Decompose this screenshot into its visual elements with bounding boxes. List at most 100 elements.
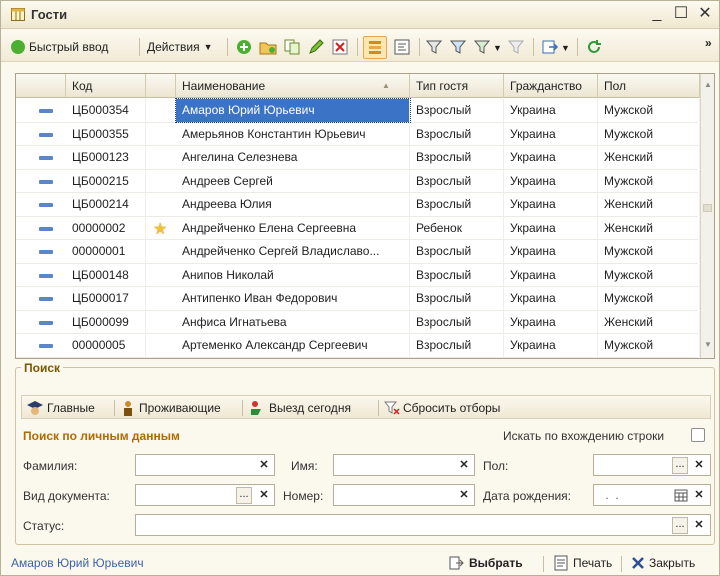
table-row[interactable]: ЦБ000215 Андреев Сергей Взрослый Украина Муж… [16, 169, 700, 193]
cell-name: Андреева Юлия [176, 193, 410, 216]
print-button[interactable]: Печать [553, 554, 612, 572]
select-button[interactable]: Выбрать [449, 554, 523, 572]
document-type-select-button[interactable]: ... [236, 487, 252, 504]
cell-code: ЦБ000017 [66, 287, 146, 310]
birth-date-value: . . [602, 488, 619, 502]
scroll-down-icon[interactable]: ▼ [704, 340, 712, 349]
header-citizenship[interactable]: Гражданство [504, 74, 598, 98]
clear-filter-icon[interactable] [507, 38, 525, 56]
table-row[interactable]: 00000001 Андрейченко Сергей Владиславо...… [16, 240, 700, 264]
status-field[interactable]: ... ✕ [135, 514, 711, 536]
filter-by-value-icon[interactable] [425, 38, 443, 56]
table-row[interactable]: ЦБ000148 Анипов Николай Взрослый Украина Муж… [16, 263, 700, 287]
gender-select-button[interactable]: ... [672, 457, 688, 474]
table-row[interactable]: ЦБ000017 Антипенко Иван Федорович Взрослый… [16, 287, 700, 311]
table-row[interactable]: 00000005 Артеменко Александр Сергеевич Взр… [16, 334, 700, 358]
guests-window: Гости _ ☐ ✕ Быстрый ввод Действия ▼ ▼ ▼ … [0, 0, 720, 576]
header-guest-type[interactable]: Тип гостя [410, 74, 504, 98]
hierarchy-toggle-button[interactable] [363, 36, 387, 59]
clear-document-type-button[interactable]: ✕ [256, 487, 272, 504]
status-select-button[interactable]: ... [672, 517, 688, 534]
header-name[interactable]: Наименование ▲ [176, 74, 410, 98]
scroll-thumb[interactable] [703, 204, 712, 212]
clear-number-button[interactable]: ✕ [456, 487, 472, 504]
last-name-field[interactable]: ✕ [135, 454, 275, 476]
vertical-scrollbar[interactable]: ▲ ▼ [700, 74, 714, 358]
table-row[interactable]: ЦБ000355 Амерьянов Константин Юрьевич Взро… [16, 122, 700, 146]
add-folder-icon[interactable] [259, 38, 277, 56]
document-type-field[interactable]: ... ✕ [135, 484, 275, 506]
header-code[interactable]: Код [66, 74, 146, 98]
item-marker-icon [39, 297, 53, 301]
table-row[interactable]: ЦБ000214 Андреева Юлия Взрослый Украина Женс… [16, 193, 700, 217]
checkout-today-filter-button[interactable]: Выезд сегодня [248, 399, 351, 417]
quick-input-button[interactable]: Быстрый ввод [11, 36, 108, 58]
table-row[interactable]: ЦБ000099 Анфиса Игнатьева Взрослый Украина Ж… [16, 310, 700, 334]
table-icon [11, 8, 25, 21]
clear-status-button[interactable]: ✕ [691, 517, 707, 534]
clear-last-name-button[interactable]: ✕ [256, 457, 272, 474]
cell-guest-type: Взрослый [410, 122, 504, 146]
clear-birth-date-button[interactable]: ✕ [691, 487, 707, 504]
cell-name: Андрейченко Сергей Владиславо... [176, 240, 410, 263]
tree-view-icon[interactable] [393, 38, 411, 56]
item-marker-icon [39, 273, 53, 278]
cell-gender: Женский [598, 216, 700, 240]
actions-menu[interactable]: Действия ▼ [147, 36, 213, 58]
minimize-button[interactable]: _ [647, 4, 667, 24]
header-star [146, 74, 176, 98]
edit-pencil-icon[interactable] [307, 38, 325, 56]
table-row[interactable]: 00000002 Андрейченко Елена Сергеевна Ребен… [16, 216, 700, 240]
cell-code: ЦБ000148 [66, 263, 146, 287]
cell-gender: Мужской [598, 122, 700, 146]
gender-field[interactable]: ... ✕ [593, 454, 711, 476]
cell-guest-type: Ребенок [410, 216, 504, 240]
clear-first-name-button[interactable]: ✕ [456, 457, 472, 474]
dropdown-arrow-icon[interactable]: ▼ [493, 43, 502, 53]
filter-list-icon[interactable] [473, 38, 491, 56]
first-name-field[interactable]: ✕ [333, 454, 475, 476]
first-name-label: Имя: [291, 459, 318, 473]
select-label: Выбрать [469, 556, 523, 570]
calendar-icon[interactable] [674, 488, 688, 502]
reset-filters-label: Сбросить отборы [403, 401, 501, 415]
number-field[interactable]: ✕ [333, 484, 475, 506]
cell-guest-type: Взрослый [410, 310, 504, 334]
cell-gender: Женский [598, 146, 700, 169]
reset-filters-button[interactable]: Сбросить отборы [384, 399, 500, 417]
footer-separator [543, 556, 544, 572]
delete-icon[interactable] [331, 38, 349, 56]
table-row[interactable]: ЦБ000354 Амаров Юрий Юрьевич Взрослый Украи… [16, 98, 700, 123]
main-filter-button[interactable]: Главные [26, 399, 95, 417]
filter-separator [242, 400, 243, 416]
residing-filter-button[interactable]: Проживающие [120, 399, 221, 417]
refresh-icon[interactable] [585, 38, 603, 56]
clear-gender-button[interactable]: ✕ [691, 457, 707, 474]
scroll-up-icon[interactable]: ▲ [704, 80, 712, 89]
maximize-button[interactable]: ☐ [671, 4, 691, 24]
cell-gender: Мужской [598, 240, 700, 263]
toolbar-overflow-button[interactable]: » [705, 36, 712, 50]
guests-table[interactable]: Код Наименование ▲ Тип гостя Гражданство… [15, 73, 715, 359]
birth-date-field[interactable]: . . ✕ [593, 484, 711, 506]
close-window-button[interactable]: ✕ [695, 4, 715, 24]
status-label: Статус: [23, 519, 65, 533]
export-icon[interactable] [541, 38, 559, 56]
star-icon: ★ [153, 220, 168, 238]
add-icon[interactable] [235, 38, 253, 56]
dropdown-arrow-icon[interactable]: ▼ [561, 43, 570, 53]
header-gender[interactable]: Пол [598, 74, 700, 98]
table-row[interactable]: ЦБ000123 Ангелина Селезнева Взрослый Украин… [16, 146, 700, 170]
close-button[interactable]: Закрыть [631, 554, 695, 572]
toolbar-separator [357, 38, 358, 56]
cell-code: ЦБ000355 [66, 122, 146, 146]
cell-citizenship: Украина [504, 99, 598, 122]
copy-icon[interactable] [283, 38, 301, 56]
birth-date-label: Дата рождения: [483, 489, 571, 503]
toolbar-separator [419, 38, 420, 56]
window-title: Гости [31, 7, 68, 22]
item-marker-icon [39, 226, 53, 231]
substring-search-checkbox[interactable] [691, 428, 705, 442]
filter-icon[interactable] [449, 38, 467, 56]
actions-label: Действия [147, 40, 200, 54]
